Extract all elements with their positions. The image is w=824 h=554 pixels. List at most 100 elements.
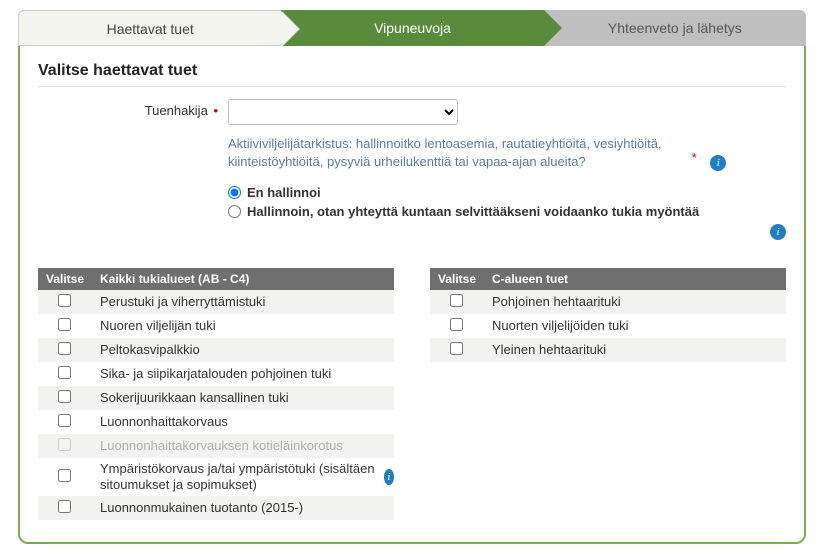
applicant-field — [228, 99, 786, 125]
row-checkbox[interactable] — [450, 342, 463, 355]
row-label: Nuorten viljelijöiden tuki — [492, 318, 629, 333]
row-label: Luonnonhaittakorvauksen kotieläinkorotus — [100, 438, 343, 453]
left-table-body: Perustuki ja viherryttämistuki Nuoren vil… — [38, 290, 394, 520]
table-row: Nuoren viljelijän tuki — [38, 314, 394, 338]
row-checkbox[interactable] — [58, 318, 71, 331]
row-label-cell: Nuoren viljelijän tuki — [90, 318, 394, 333]
row-label-cell: Yleinen hehtaarituki — [482, 342, 786, 357]
radio-input-hallinnoin[interactable] — [228, 205, 241, 218]
table-row: Yleinen hehtaarituki — [430, 338, 786, 362]
divider — [38, 86, 786, 87]
row-label: Pohjoinen hehtaarituki — [492, 294, 621, 309]
row-label: Nuoren viljelijän tuki — [100, 318, 216, 333]
info-icon[interactable]: i — [710, 155, 726, 171]
row-label: Luonnonhaittakorvaus — [100, 414, 228, 429]
row-checkbox-cell — [430, 318, 482, 334]
wizard-step-label: Yhteenveto ja lähetys — [608, 20, 742, 36]
row-checkbox[interactable] — [58, 294, 71, 307]
row-label-cell: Sika- ja siipikarjatalouden pohjoinen tu… — [90, 366, 394, 381]
row-checkbox-cell — [38, 294, 90, 310]
table-row: Luonnonmukainen tuotanto (2015-) — [38, 496, 394, 520]
table-row: Sika- ja siipikarjatalouden pohjoinen tu… — [38, 362, 394, 386]
row-checkbox[interactable] — [58, 342, 71, 355]
row-label: Ympäristökorvaus ja/tai ympäristötuki (s… — [100, 461, 376, 494]
wizard-step-label: Vipuneuvoja — [374, 20, 451, 36]
radio-label: En hallinnoi — [247, 185, 321, 200]
row-checkbox-cell — [38, 469, 90, 485]
row-checkbox[interactable] — [450, 294, 463, 307]
left-table: Valitse Kaikki tukialueet (AB - C4) Peru… — [38, 268, 394, 520]
row-checkbox[interactable] — [58, 390, 71, 403]
row-checkbox[interactable] — [58, 469, 71, 482]
panel-title: Valitse haettavat tuet — [38, 62, 786, 80]
tables-wrap: Valitse Kaikki tukialueet (AB - C4) Peru… — [38, 268, 786, 520]
table-row: Nuorten viljelijöiden tuki — [430, 314, 786, 338]
applicant-label-wrap: Tuenhakija • — [38, 99, 228, 118]
table-row: Luonnonhaittakorvauksen kotieläinkorotus — [38, 434, 394, 458]
row-checkbox-cell — [430, 342, 482, 358]
radio-group: En hallinnoi Hallinnoin, otan yhteyttä k… — [38, 181, 786, 240]
row-checkbox-cell — [38, 438, 90, 454]
row-label: Perustuki ja viherryttämistuki — [100, 294, 265, 309]
row-checkbox-cell — [38, 390, 90, 406]
left-table-header: Valitse Kaikki tukialueet (AB - C4) — [38, 268, 394, 290]
row-label-cell: Nuorten viljelijöiden tuki — [482, 318, 786, 333]
col-title-header: Kaikki tukialueet (AB - C4) — [90, 268, 394, 290]
row-label-cell: Luonnonhaittakorvauksen kotieläinkorotus — [90, 438, 394, 453]
row-checkbox-cell — [38, 366, 90, 382]
row-label: Yleinen hehtaarituki — [492, 342, 606, 357]
row-label: Sokerijuurikkaan kansallinen tuki — [100, 390, 289, 405]
table-row: Peltokasvipalkkio — [38, 338, 394, 362]
table-row: Ympäristökorvaus ja/tai ympäristötuki (s… — [38, 458, 394, 496]
radio-input-en-hallinnoi[interactable] — [228, 186, 241, 199]
row-checkbox — [58, 438, 71, 451]
row-label-cell: Pohjoinen hehtaarituki — [482, 294, 786, 309]
row-label: Sika- ja siipikarjatalouden pohjoinen tu… — [100, 366, 331, 381]
row-checkbox-cell — [38, 500, 90, 516]
row-label: Luonnonmukainen tuotanto (2015-) — [100, 500, 303, 515]
table-row: Luonnonhaittakorvaus — [38, 410, 394, 434]
row-checkbox[interactable] — [58, 500, 71, 513]
row-label-cell: Ympäristökorvaus ja/tai ympäristötuki (s… — [90, 461, 394, 494]
wizard-step-yhteenveto[interactable]: Yhteenveto ja lähetys — [544, 10, 806, 46]
table-row: Sokerijuurikkaan kansallinen tuki — [38, 386, 394, 410]
main-panel: Valitse haettavat tuet Tuenhakija • Akti… — [18, 46, 806, 544]
col-title-header: C-alueen tuet — [482, 268, 786, 290]
row-checkbox[interactable] — [58, 414, 71, 427]
row-label-cell: Luonnonmukainen tuotanto (2015-) — [90, 500, 394, 515]
row-checkbox[interactable] — [450, 318, 463, 331]
question-field: Aktiiviviljelijätarkistus: hallinnoitko … — [228, 135, 786, 171]
row-checkbox-cell — [38, 414, 90, 430]
info-icon[interactable]: i — [770, 224, 786, 240]
row-label: Peltokasvipalkkio — [100, 342, 200, 357]
row-checkbox-cell — [430, 294, 482, 310]
wizard-step-haettavat-tuet[interactable]: Haettavat tuet — [18, 10, 281, 46]
row-label-cell: Peltokasvipalkkio — [90, 342, 394, 357]
applicant-select[interactable] — [228, 99, 458, 125]
row-checkbox-cell — [38, 318, 90, 334]
col-select-header: Valitse — [38, 268, 90, 290]
row-label-cell: Luonnonhaittakorvaus — [90, 414, 394, 429]
required-marker: • — [213, 103, 218, 118]
info-trail: i — [228, 223, 786, 240]
applicant-row: Tuenhakija • — [38, 99, 786, 125]
question-label-col — [38, 135, 228, 139]
row-checkbox-cell — [38, 342, 90, 358]
right-table-body: Pohjoinen hehtaarituki Nuorten viljelijöi… — [430, 290, 786, 362]
active-farmer-question: Aktiiviviljelijätarkistus: hallinnoitko … — [228, 135, 668, 171]
row-checkbox[interactable] — [58, 366, 71, 379]
col-select-header: Valitse — [430, 268, 482, 290]
table-row: Perustuki ja viherryttämistuki — [38, 290, 394, 314]
right-table-header: Valitse C-alueen tuet — [430, 268, 786, 290]
row-label-cell: Perustuki ja viherryttämistuki — [90, 294, 394, 309]
info-icon[interactable]: i — [384, 469, 394, 485]
radio-label-col — [38, 181, 228, 185]
wizard-step-vipuneuvoja[interactable]: Vipuneuvoja — [281, 10, 543, 46]
wizard-step-label: Haettavat tuet — [107, 21, 194, 37]
wizard-steps: Haettavat tuet Vipuneuvoja Yhteenveto ja… — [18, 10, 806, 46]
question-row: Aktiiviviljelijätarkistus: hallinnoitko … — [38, 135, 786, 171]
radio-option-en-hallinnoi[interactable]: En hallinnoi — [228, 185, 786, 200]
right-table: Valitse C-alueen tuet Pohjoinen hehtaari… — [430, 268, 786, 520]
required-marker: * — [692, 150, 697, 165]
radio-option-hallinnoin[interactable]: Hallinnoin, otan yhteyttä kuntaan selvit… — [228, 204, 786, 219]
